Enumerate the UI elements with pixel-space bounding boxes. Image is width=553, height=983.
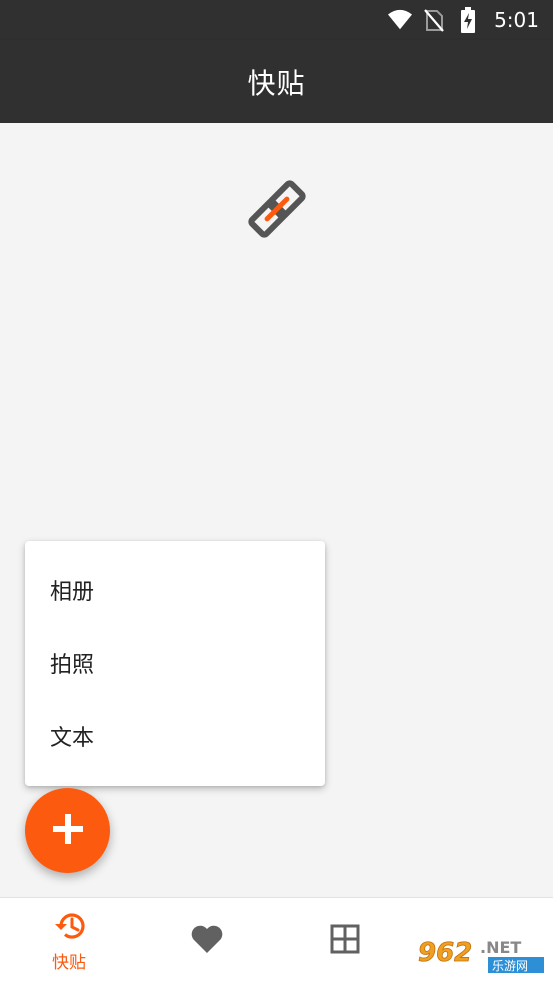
menu-item-camera[interactable]: 拍照	[25, 626, 325, 699]
heart-icon	[190, 924, 224, 958]
menu-item-album[interactable]: 相册	[25, 553, 325, 626]
nav-item-grid[interactable]	[276, 898, 414, 983]
grid-icon	[330, 924, 360, 958]
link-icon	[243, 175, 311, 243]
wifi-icon	[388, 8, 413, 32]
no-sim-icon	[422, 8, 446, 32]
main-content: 相册 拍照 文本	[0, 123, 553, 897]
menu-item-text[interactable]: 文本	[25, 699, 325, 772]
nav-label-quick-paste: 快贴	[52, 952, 86, 973]
svg-text:乐游网: 乐游网	[492, 959, 528, 973]
svg-text:.NET: .NET	[480, 938, 521, 957]
app-bar: 快贴	[0, 40, 553, 123]
page-title: 快贴	[247, 66, 306, 100]
nav-item-quick-paste[interactable]: 快贴	[0, 898, 138, 983]
plus-icon	[51, 812, 85, 850]
add-button[interactable]	[25, 788, 110, 873]
status-bar: 5:01	[0, 0, 553, 40]
add-popup-menu: 相册 拍照 文本	[25, 541, 325, 786]
history-icon	[52, 910, 86, 946]
svg-text:962: 962	[418, 938, 472, 968]
battery-charging-icon	[456, 7, 480, 33]
watermark-logo: 962 .NET 乐游网	[414, 927, 548, 979]
status-time: 5:01	[494, 8, 539, 32]
nav-item-favorites[interactable]	[138, 898, 276, 983]
